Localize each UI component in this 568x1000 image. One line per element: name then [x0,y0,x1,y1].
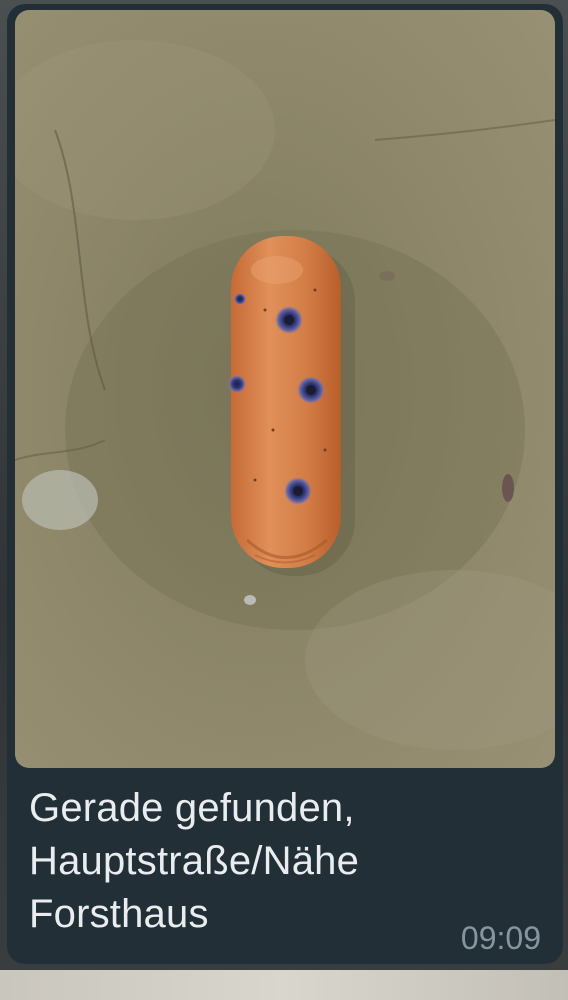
photo-image [15,10,555,768]
message-caption: Gerade gefunden, Hauptstraße/Nähe Forsth… [29,786,360,936]
next-message-preview [0,970,568,1000]
message-photo[interactable] [15,10,555,768]
message-bubble[interactable]: Gerade gefunden, Hauptstraße/Nähe Forsth… [7,4,563,964]
message-timestamp: 09:09 [460,920,541,956]
sausage-shape [228,236,341,568]
